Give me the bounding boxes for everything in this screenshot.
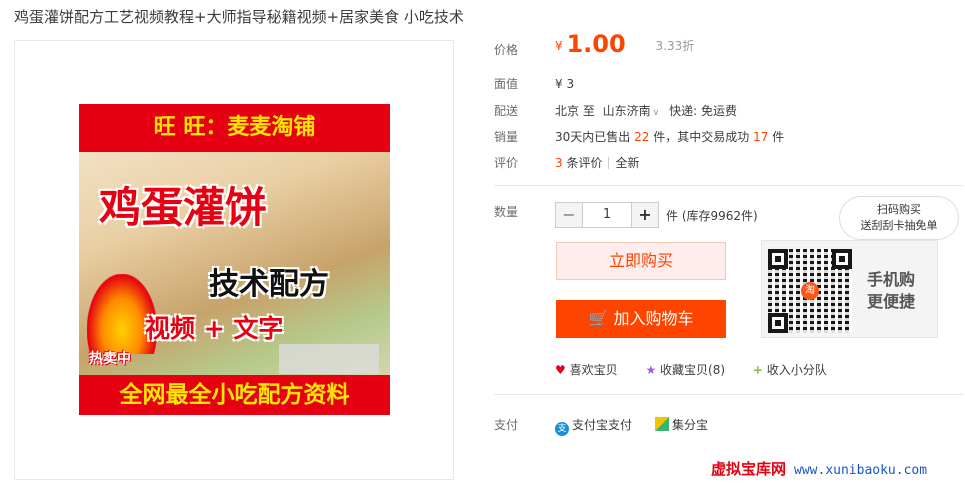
qr-code-icon: 淘 — [768, 249, 852, 333]
quantity-stepper: − 1 + — [555, 202, 659, 228]
buy-now-button[interactable]: 立即购买 — [556, 242, 726, 280]
sales-prefix: 30天内已售出 — [555, 130, 631, 144]
bubble-line-2: 送刮刮卡抽免单 — [860, 219, 938, 232]
payment-label: 支付 — [494, 418, 519, 432]
qty-input[interactable]: 1 — [582, 203, 632, 227]
review-count: 3 — [555, 156, 563, 170]
alipay-icon: 支 — [555, 422, 569, 436]
face-value: ¥ 3 — [555, 77, 575, 91]
stock-text: 件 (库存9962件) — [666, 209, 758, 223]
price-value: 1.00 — [566, 30, 626, 58]
like-link[interactable]: ♥ 喜欢宝贝 — [555, 363, 618, 377]
section-divider — [494, 185, 964, 186]
bubble-line-1: 扫码购买 — [877, 203, 921, 216]
collect-link[interactable]: ★ 收藏宝贝(8) — [645, 363, 725, 377]
section-divider — [494, 394, 964, 395]
sales-middle: 件，其中交易成功 — [653, 130, 750, 144]
qr-corner — [768, 249, 788, 269]
poster-tech-text: 技术配方 — [209, 267, 329, 302]
face-label: 面值 — [494, 77, 519, 91]
chevron-down-icon: ∨ — [652, 108, 660, 118]
poster-bottom-banner: 全网最全小吃配方资料 — [79, 375, 390, 415]
sales-count: 22 — [634, 130, 650, 144]
qr-line-2: 更便捷 — [867, 292, 916, 311]
sales-success-count: 17 — [753, 130, 769, 144]
ship-method: 快递: 免运费 — [669, 104, 737, 118]
condition-new: 全新 — [615, 156, 640, 170]
poster-blur-patch — [279, 344, 379, 374]
ship-from: 北京 至 — [555, 104, 595, 118]
poster-main-text: 鸡蛋灌饼 — [99, 183, 268, 232]
star-icon: ★ — [645, 363, 657, 377]
mobile-qr-panel[interactable]: 淘 手机购 更便捷 — [761, 240, 938, 338]
sales-unit: 件 — [772, 130, 785, 144]
ship-to-select[interactable]: 山东济南 ∨ — [603, 104, 660, 118]
poster-hot-badge: 热卖中 — [89, 351, 131, 367]
currency-symbol: ¥ — [555, 39, 563, 53]
add-team-link[interactable]: + 收入小分队 — [753, 363, 827, 377]
qty-plus-button[interactable]: + — [632, 203, 658, 227]
qty-minus-button[interactable]: − — [556, 203, 582, 227]
qr-line-1: 手机购 — [867, 270, 916, 289]
jifenbao-icon — [655, 417, 669, 431]
price-label: 价格 — [494, 43, 519, 57]
watermark: 虚拟宝库网 www.xunibaoku.com — [711, 460, 928, 478]
cart-icon: 🛒 — [588, 309, 609, 328]
sales-label: 销量 — [494, 130, 519, 144]
ship-label: 配送 — [494, 104, 519, 118]
plus-icon: + — [752, 363, 763, 377]
action-links: ♥ 喜欢宝贝 ★ 收藏宝贝(8) + 收入小分队 — [555, 361, 851, 378]
qr-corner — [768, 313, 788, 333]
product-image[interactable]: 旺 旺：麦麦淘铺 鸡蛋灌饼 技术配方 视频 + 文字 热卖中 全网最全小吃配方资… — [79, 104, 390, 415]
qr-caption: 手机购 更便捷 — [867, 269, 937, 313]
qty-label: 数量 — [494, 205, 519, 219]
review-label: 评价 — [494, 156, 519, 170]
jifenbao-option[interactable]: 集分宝 — [655, 416, 708, 433]
alipay-option[interactable]: 支支付宝支付 — [555, 416, 632, 436]
review-link[interactable]: 3 条评价 — [555, 156, 602, 170]
scan-tooltip: 扫码购买 送刮刮卡抽免单 — [839, 196, 959, 240]
product-title: 鸡蛋灌饼配方工艺视频教程+大师指导秘籍视频+居家美食 小吃技术 — [14, 8, 464, 26]
poster-video-text: 视频 + 文字 — [145, 314, 284, 343]
add-to-cart-button[interactable]: 🛒 加入购物车 — [556, 300, 726, 338]
discount-text: 3.33折 — [655, 39, 695, 53]
divider — [608, 157, 610, 169]
taobao-logo-icon: 淘 — [801, 282, 819, 300]
qr-corner — [832, 249, 852, 269]
heart-icon: ♥ — [555, 363, 566, 377]
poster-top-banner: 旺 旺：麦麦淘铺 — [79, 104, 390, 152]
